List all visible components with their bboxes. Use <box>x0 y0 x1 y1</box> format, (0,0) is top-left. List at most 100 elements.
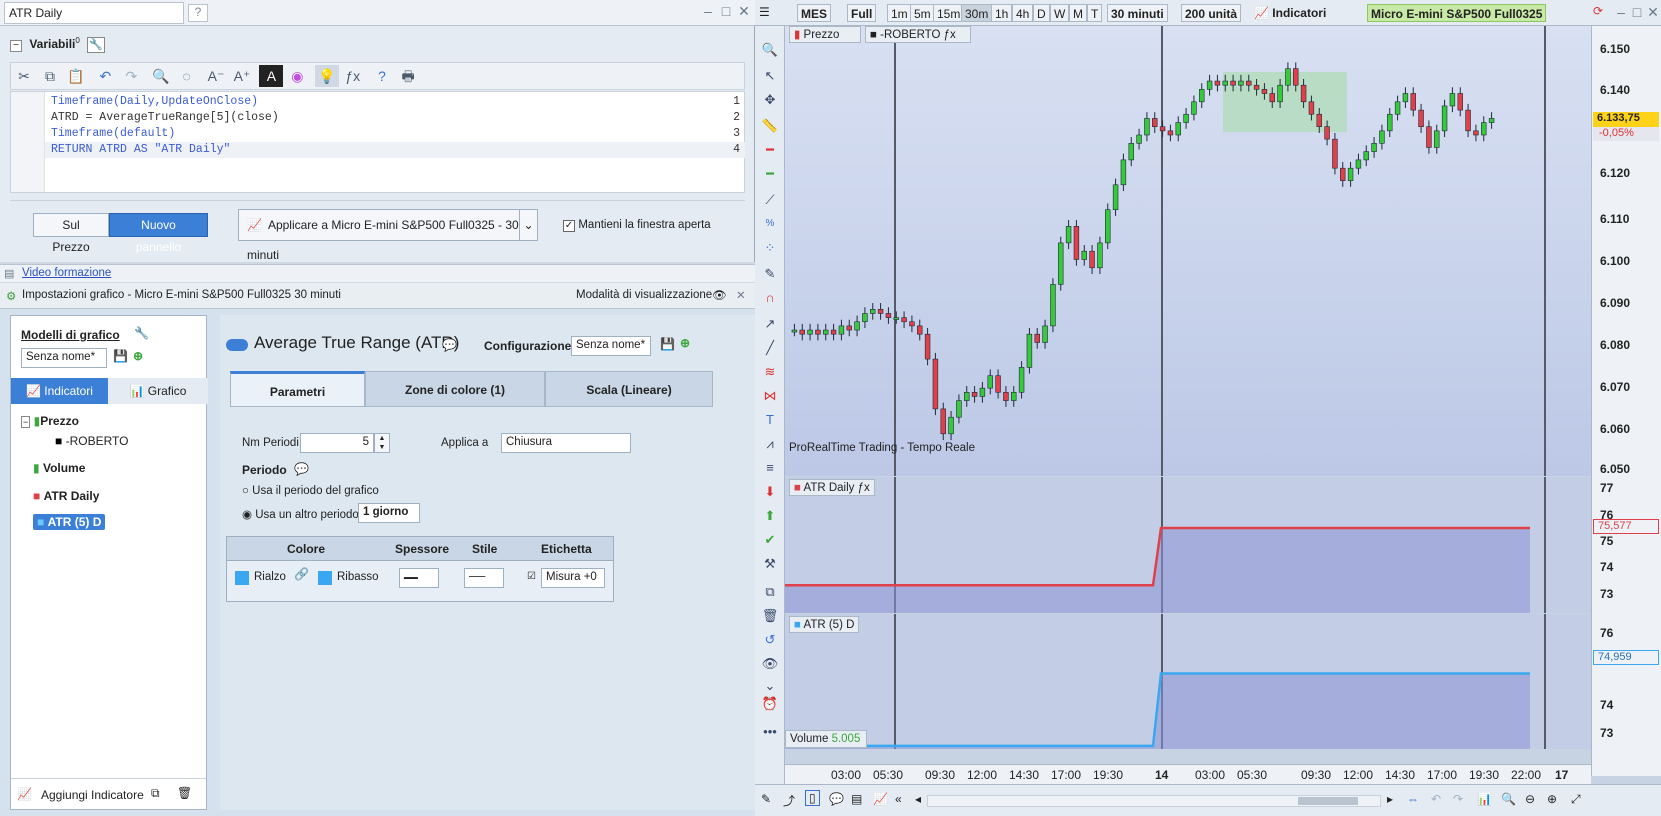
tf-15m[interactable]: 15m <box>933 4 965 22</box>
eye-icon[interactable]: 👁 <box>760 654 780 674</box>
style-select[interactable]: ── <box>464 568 504 588</box>
ruler-icon[interactable]: 📏 <box>760 116 780 136</box>
view-mode-label[interactable]: Modalità di visualizzazione <box>576 289 712 301</box>
label-checkbox[interactable]: ☑ <box>527 571 536 582</box>
text-color-icon[interactable]: A <box>259 65 284 87</box>
model-select[interactable]: Senza nome* <box>21 348 107 368</box>
atr-daily-panel[interactable]: ■ ATR Daily ƒx <box>785 477 1591 613</box>
duplicate-icon[interactable]: ⧉ <box>151 786 160 801</box>
paste-icon[interactable]: 📋 <box>64 65 88 87</box>
checkbox-icon[interactable]: ✓ <box>563 220 575 232</box>
zoom-icon[interactable]: 🔍 <box>760 40 780 60</box>
tree-item-volume[interactable]: ▮ Volume <box>33 461 85 475</box>
scrollbar[interactable] <box>927 795 1381 807</box>
trash-icon[interactable]: 🗑 <box>177 786 192 800</box>
magnet-icon[interactable]: ∩ <box>760 288 780 308</box>
color-wheel-icon[interactable]: ◉ <box>285 65 309 87</box>
roberto-tag[interactable]: ■ -ROBERTO ƒx <box>865 26 971 43</box>
add-icon[interactable]: ⊕ <box>680 336 690 350</box>
collapse-icon[interactable]: − <box>21 416 31 428</box>
save-icon[interactable]: 💾 <box>113 349 128 363</box>
tf-4h[interactable]: 4h <box>1012 4 1034 22</box>
mode-select[interactable]: Full <box>847 4 877 22</box>
chart-icon[interactable]: 📈 <box>873 792 888 806</box>
fullscreen-icon[interactable]: ⤢ <box>1571 792 1581 807</box>
rewind-icon[interactable]: « <box>895 792 902 806</box>
zoom-in-icon[interactable]: ⊕ <box>1547 792 1557 806</box>
segment-icon[interactable]: ⟋ <box>760 190 780 210</box>
info-bubble-icon[interactable]: 💬 <box>442 338 457 352</box>
zoom-out-icon[interactable]: ⊖ <box>1525 792 1535 806</box>
zoom-fit-icon[interactable]: 🔍 <box>1501 792 1516 806</box>
hline-red-icon[interactable]: ━ <box>760 140 780 160</box>
minimize-icon[interactable]: – <box>700 3 716 19</box>
info-bubble-icon[interactable]: 💬 <box>294 462 309 476</box>
tf-1m[interactable]: 1m <box>887 4 912 22</box>
keep-open-checkbox[interactable]: ✓ Mantieni la finestra aperta <box>563 217 711 232</box>
instrument-badge[interactable]: Micro E-mini S&P500 Full0325 <box>1367 4 1547 22</box>
radio-icon[interactable]: ○ <box>242 485 249 497</box>
text-icon[interactable]: T <box>760 410 780 430</box>
right-arrow-icon[interactable]: ▸ <box>1387 792 1393 806</box>
save-icon[interactable]: 💾 <box>660 337 675 351</box>
fall-color-swatch[interactable] <box>318 571 332 585</box>
rise-color-swatch[interactable] <box>235 571 249 585</box>
trash-icon[interactable]: 🗑 <box>760 606 780 626</box>
undo-icon[interactable]: ↶ <box>1431 792 1441 806</box>
undo-icon[interactable]: ↺ <box>760 630 780 650</box>
left-arrow-icon[interactable]: ◂ <box>915 792 921 806</box>
scrollbar-thumb[interactable] <box>1298 797 1358 805</box>
tf-5m[interactable]: 5m <box>910 4 935 22</box>
minimize-icon[interactable]: – <box>1613 4 1629 20</box>
tab-color-zones[interactable]: Zone di colore (1) <box>365 371 545 407</box>
tools-icon[interactable]: ⚒ <box>760 554 780 574</box>
close-icon[interactable]: ✕ <box>1645 4 1661 21</box>
fibonacci-icon[interactable]: ⋈ <box>760 386 780 406</box>
maximize-icon[interactable]: □ <box>718 3 734 19</box>
tf-M[interactable]: M <box>1069 4 1087 22</box>
line-icon[interactable]: ╱ <box>760 338 780 358</box>
tree-item-roberto[interactable]: ■ -ROBERTO <box>55 434 129 448</box>
symbol-select[interactable]: MES <box>797 4 832 22</box>
alert-icon[interactable]: ⏰ <box>760 694 780 714</box>
arrow-down-icon[interactable]: ⬇ <box>760 482 780 502</box>
more-icon[interactable]: ••• <box>760 722 780 742</box>
percent-icon[interactable]: % <box>760 214 780 234</box>
layout-icon[interactable]: ▯ <box>805 790 820 806</box>
channel-icon[interactable]: ≋ <box>760 362 780 382</box>
new-panel-button[interactable]: Nuovo pannello <box>109 213 208 254</box>
volume-tag[interactable]: Volume 5.005 <box>785 730 867 748</box>
tree-item-atr-daily[interactable]: ■ ATR Daily <box>33 489 99 503</box>
tf-1h[interactable]: 1h <box>991 4 1013 22</box>
function-icon[interactable]: ƒx <box>341 65 365 87</box>
search-icon[interactable]: 🔍 <box>149 65 173 87</box>
close-icon[interactable]: ✕ <box>736 288 746 302</box>
x-axis[interactable]: 03:00 05:30 09:30 12:00 14:30 17:00 19:3… <box>785 764 1591 784</box>
radio-chart-period[interactable]: ○ Usa il periodo del grafico <box>242 485 379 497</box>
share-icon[interactable]: ⤴ <box>783 792 795 809</box>
redo-icon[interactable]: ↷ <box>1453 792 1463 806</box>
font-increase-icon[interactable]: A⁺ <box>230 65 254 87</box>
copy-icon[interactable]: ⧉ <box>760 582 780 602</box>
eye-icon[interactable]: 👁 <box>712 288 727 302</box>
atr5-tag[interactable]: ■ ATR (5) D <box>789 616 860 633</box>
apply-select[interactable]: Chiusura <box>501 433 631 453</box>
chat-icon[interactable]: 💬 <box>829 792 844 806</box>
radio-icon[interactable]: ◉ <box>242 509 252 521</box>
redo-icon[interactable]: ↷ <box>119 65 143 87</box>
ray-icon[interactable]: ↗ <box>760 314 780 334</box>
help-icon[interactable]: ? <box>188 4 208 22</box>
wrench-icon[interactable]: 🔧 <box>87 37 106 53</box>
label-select[interactable]: Misura +0 <box>541 568 605 588</box>
tab-scale[interactable]: Scala (Lineare) <box>545 371 713 407</box>
tab-indicators[interactable]: 📈 Indicatori <box>11 378 108 404</box>
cursor-icon[interactable]: ↖ <box>760 66 780 86</box>
toggle-switch[interactable] <box>226 339 248 351</box>
wrench-icon[interactable]: 🔧 <box>134 326 149 340</box>
chevron-down-icon[interactable]: ⌄ <box>519 210 537 240</box>
copy-icon[interactable]: ⧉ <box>38 65 62 87</box>
crosshair-icon[interactable]: ✥ <box>760 90 780 110</box>
periods-stepper[interactable]: ▲ ▼ <box>374 433 390 453</box>
fit-icon[interactable]: ⇔ <box>1407 792 1419 806</box>
indicators-button[interactable]: 📈 Indicatori <box>1251 4 1329 22</box>
